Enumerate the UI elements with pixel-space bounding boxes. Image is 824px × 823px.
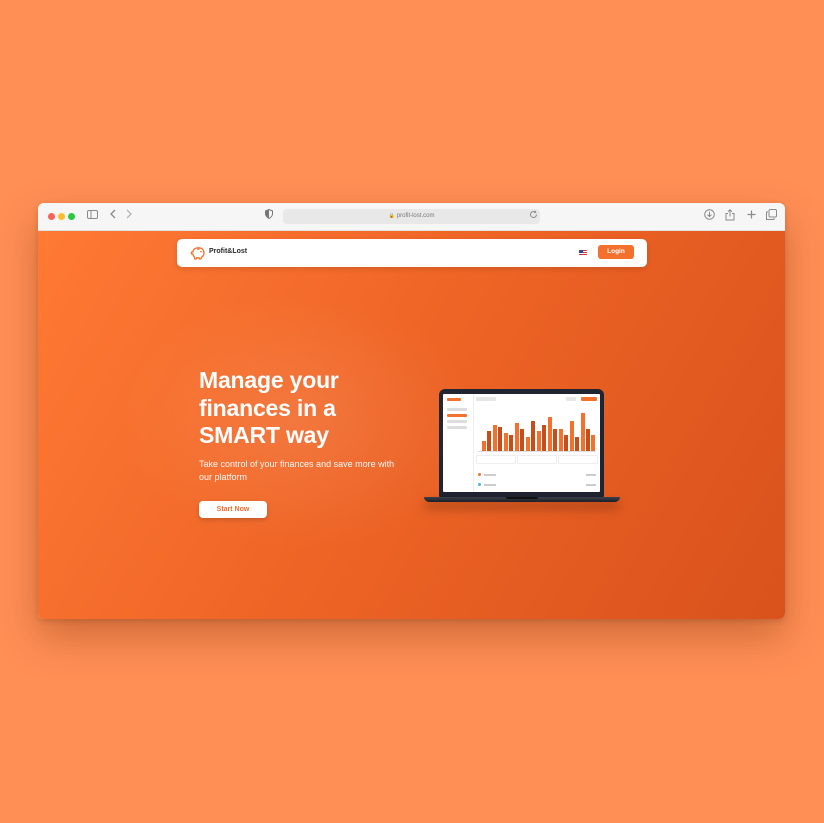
dashboard-preview	[443, 394, 600, 492]
start-now-button[interactable]: Start Now	[199, 501, 267, 518]
brand-name[interactable]: Profit&Lost	[209, 248, 247, 255]
plus-icon[interactable]	[745, 209, 757, 223]
browser-toolbar: 🔒 profit-lost.com	[38, 203, 785, 231]
chevron-right-icon[interactable]	[124, 209, 134, 223]
download-icon[interactable]	[703, 209, 715, 223]
piggy-bank-icon[interactable]	[190, 246, 206, 260]
share-icon[interactable]	[724, 209, 736, 223]
minimize-window-button[interactable]	[58, 213, 65, 220]
close-window-button[interactable]	[48, 213, 55, 220]
laptop-lid	[439, 389, 604, 497]
address-bar[interactable]: 🔒 profit-lost.com	[283, 209, 540, 224]
sidebar-icon[interactable]	[86, 209, 98, 223]
tabs-icon[interactable]	[765, 209, 777, 223]
us-flag-icon[interactable]	[579, 250, 587, 256]
hero-title-line-1: Manage your	[199, 367, 339, 393]
url-text: profit-lost.com	[396, 213, 435, 219]
shield-icon[interactable]	[264, 208, 274, 223]
reload-icon[interactable]	[528, 209, 538, 223]
preview-bar-chart	[478, 411, 596, 452]
laptop-mockup-image	[424, 389, 620, 514]
chevron-left-icon[interactable]	[108, 209, 118, 223]
browser-window: 🔒 profit-lost.com Profit&Lost Login Mana…	[38, 203, 785, 619]
hero-title: Manage your finances in a SMART way	[199, 367, 399, 450]
login-button[interactable]: Login	[598, 245, 634, 259]
zoom-window-button[interactable]	[68, 213, 75, 220]
hero-title-line-3: SMART way	[199, 422, 329, 448]
site-navbar: Profit&Lost Login	[177, 239, 647, 267]
hero-title-line-2: finances in a	[199, 394, 336, 421]
preview-main	[476, 397, 598, 489]
lock-icon: 🔒	[388, 213, 395, 219]
landing-page: Profit&Lost Login Manage your finances i…	[38, 231, 785, 619]
hero-subtitle: Take control of your finances and save m…	[199, 459, 395, 482]
preview-sidebar	[443, 394, 474, 492]
laptop-base	[424, 497, 620, 502]
